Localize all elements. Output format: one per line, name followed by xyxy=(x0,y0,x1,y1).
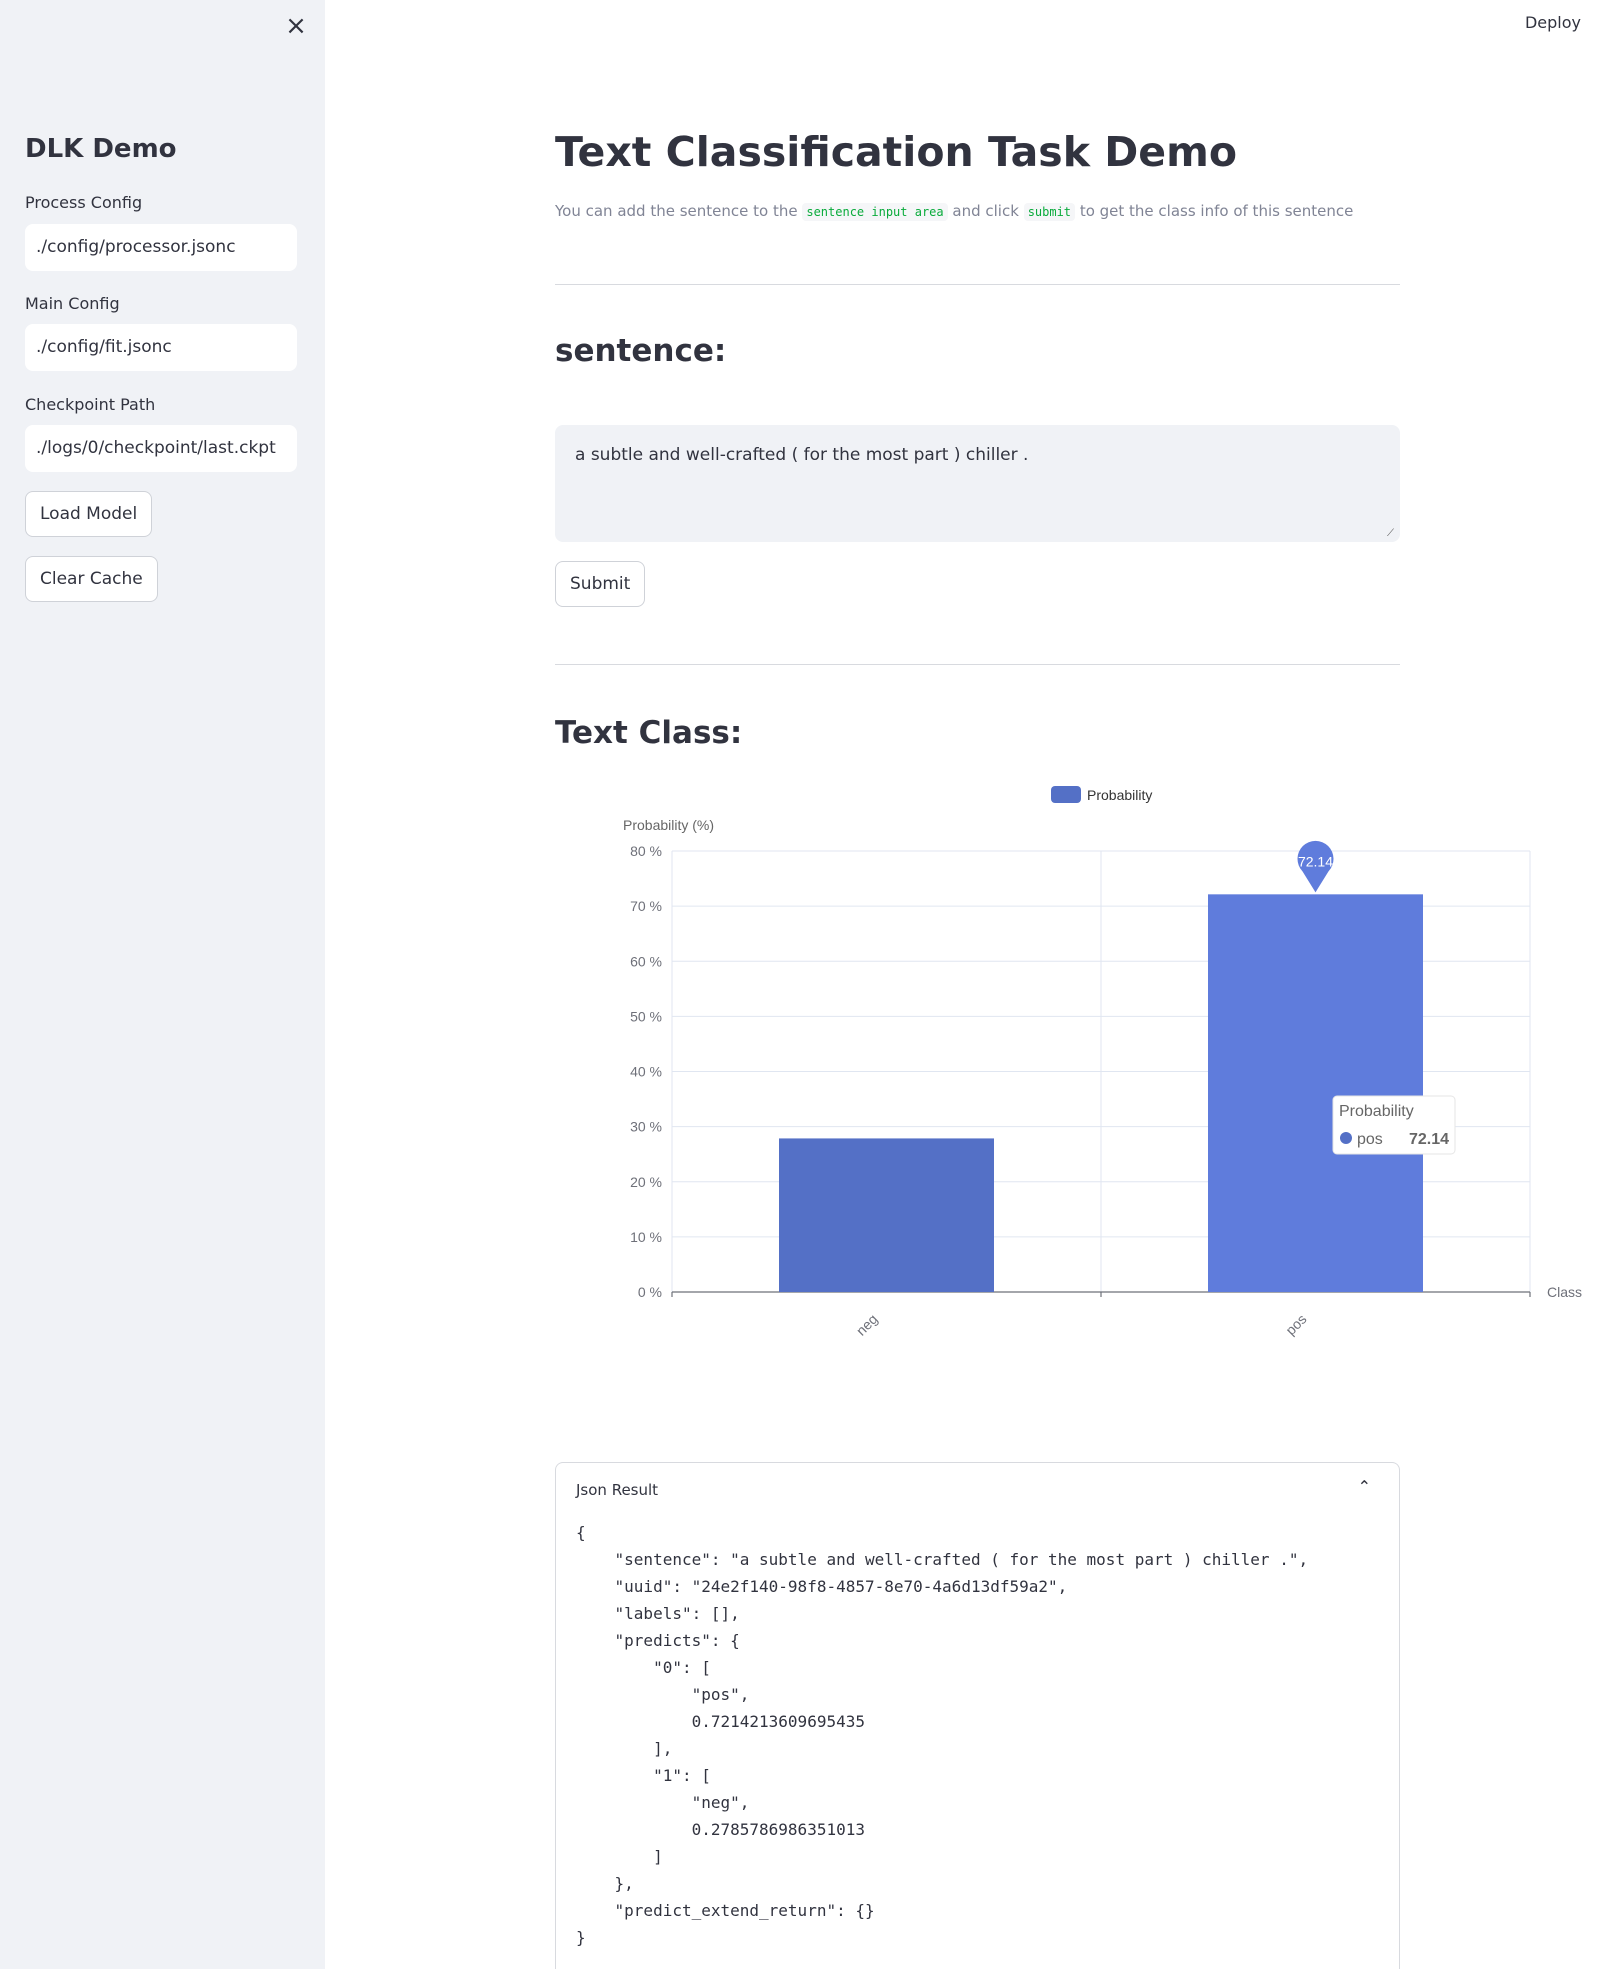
y-tick-label: 10 % xyxy=(630,1229,662,1245)
sidebar-title: DLK Demo xyxy=(25,134,177,164)
json-result-expander: Json Result ⌃ { "sentence": "a subtle an… xyxy=(555,1462,1400,1969)
main-config-input[interactable]: ./config/fit.jsonc xyxy=(25,324,297,371)
y-tick-label: 80 % xyxy=(630,843,662,859)
x-tick-label: pos xyxy=(1282,1311,1309,1338)
y-tick-label: 30 % xyxy=(630,1119,662,1135)
json-result-title[interactable]: Json Result xyxy=(576,1481,658,1499)
process-config-input[interactable]: ./config/processor.jsonc xyxy=(25,224,297,271)
legend-swatch xyxy=(1051,786,1081,803)
json-result-content: { "sentence": "a subtle and well-crafted… xyxy=(576,1523,1309,1947)
sentence-heading: sentence: xyxy=(555,333,727,369)
probability-chart: Probability Probability (%) 0 % 10 % 20 % 30 … xyxy=(555,770,1600,1370)
clear-cache-button[interactable]: Clear Cache xyxy=(25,556,158,602)
tooltip-value: 72.14 xyxy=(1409,1131,1449,1148)
markpoint-label: 72.14 xyxy=(1298,853,1333,869)
resize-grip-icon[interactable]: ⟋ xyxy=(1387,529,1397,539)
desc-text-1: You can add the sentence to the xyxy=(555,202,803,220)
y-tick-label: 50 % xyxy=(630,1008,662,1024)
sentence-textarea[interactable]: a subtle and well-crafted ( for the most… xyxy=(555,425,1400,542)
bar-pos xyxy=(1208,894,1423,1292)
chart-svg: Probability Probability (%) 0 % 10 % 20 % 30 … xyxy=(623,786,1582,1339)
divider xyxy=(555,284,1400,285)
y-axis-label: Probability (%) xyxy=(623,817,714,833)
sidebar: × DLK Demo Process Config ./config/proce… xyxy=(0,0,325,1969)
chevron-up-icon[interactable]: ⌃ xyxy=(1358,1477,1371,1496)
desc-code-submit: submit xyxy=(1023,203,1076,221)
main-config-label: Main Config xyxy=(25,294,120,313)
desc-text-3: to get the class info of this sentence xyxy=(1075,202,1354,220)
y-tick-label: 0 % xyxy=(638,1284,662,1300)
legend-label: Probability xyxy=(1087,787,1152,803)
x-tick-label: neg xyxy=(853,1311,881,1339)
deploy-button[interactable]: Deploy xyxy=(1518,10,1588,36)
checkpoint-path-input[interactable]: ./logs/0/checkpoint/last.ckpt xyxy=(25,425,297,472)
page-description: You can add the sentence to the sentence… xyxy=(555,202,1354,221)
y-tick-label: 40 % xyxy=(630,1064,662,1080)
close-icon[interactable]: × xyxy=(280,10,312,42)
tooltip-dot xyxy=(1340,1132,1352,1144)
process-config-label: Process Config xyxy=(25,193,143,212)
load-model-button[interactable]: Load Model xyxy=(25,491,153,537)
submit-button[interactable]: Submit xyxy=(555,561,646,607)
divider xyxy=(555,664,1400,665)
bar-neg xyxy=(779,1138,994,1292)
desc-code-sentence: sentence input area xyxy=(802,203,948,221)
y-tick-label: 70 % xyxy=(630,898,662,914)
tooltip-title: Probability xyxy=(1339,1103,1414,1120)
page-title: Text Classification Task Demo xyxy=(555,128,1237,176)
text-class-heading: Text Class: xyxy=(555,715,743,751)
sentence-text: a subtle and well-crafted ( for the most… xyxy=(575,445,1029,465)
x-axis-label: Class xyxy=(1547,1284,1582,1300)
y-tick-label: 20 % xyxy=(630,1174,662,1190)
checkpoint-path-label: Checkpoint Path xyxy=(25,395,156,414)
tooltip-category: pos xyxy=(1357,1131,1383,1148)
y-tick-label: 60 % xyxy=(630,953,662,969)
desc-text-2: and click xyxy=(947,202,1024,220)
